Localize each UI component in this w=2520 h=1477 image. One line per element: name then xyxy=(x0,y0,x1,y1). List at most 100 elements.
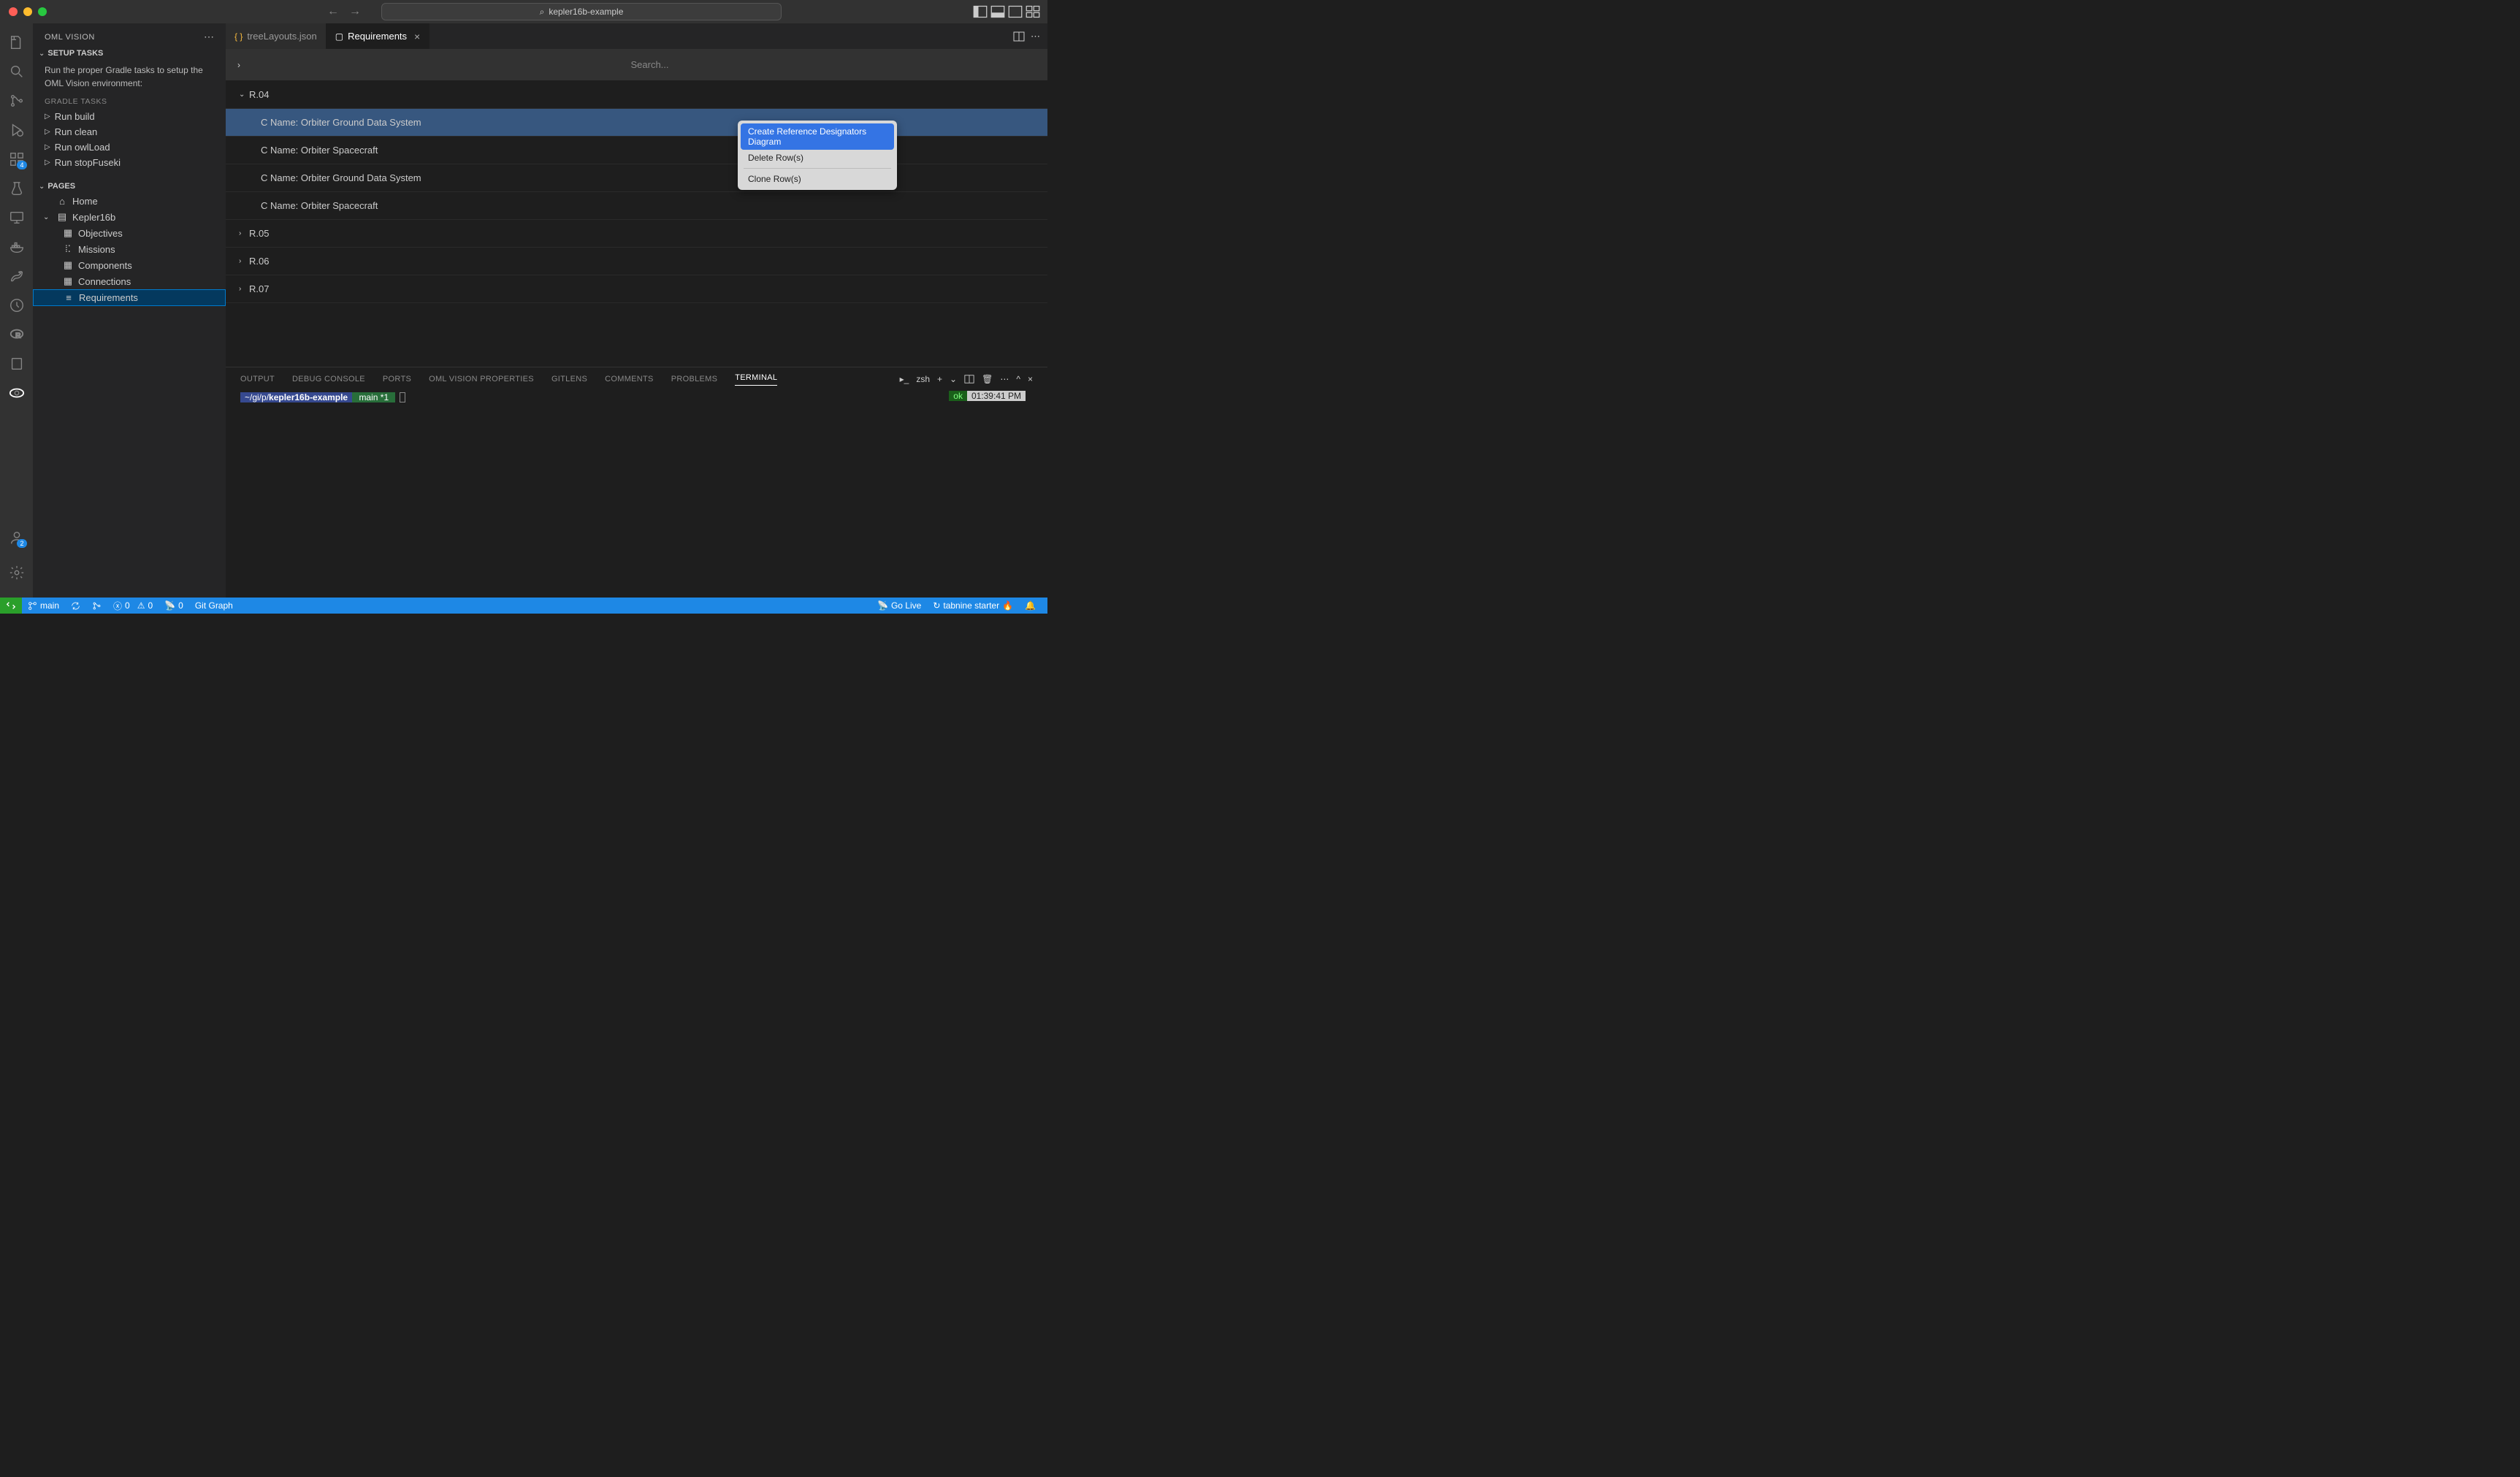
gradle-icon[interactable] xyxy=(5,264,28,288)
go-live-button[interactable]: 📡Go Live xyxy=(871,600,927,611)
remote-explorer-icon[interactable] xyxy=(5,206,28,229)
row-orbiter-spacecraft-2[interactable]: C Name: Orbiter Spacecraft xyxy=(226,192,1047,220)
task-run-clean[interactable]: ▷Run clean xyxy=(45,124,214,140)
search-row: › Search... xyxy=(226,49,1047,81)
toggle-primary-sidebar-icon[interactable] xyxy=(973,4,988,19)
tab-treelayouts[interactable]: { } treeLayouts.json xyxy=(226,23,327,49)
ptab-oml-vision-properties[interactable]: OML VISION PROPERTIES xyxy=(429,375,534,383)
table-icon: ▦ xyxy=(62,259,74,271)
ctx-create-diagram[interactable]: Create Reference Designators Diagram xyxy=(741,123,894,150)
extensions-icon[interactable]: 4 xyxy=(5,148,28,171)
ptab-terminal[interactable]: TERMINAL xyxy=(735,373,777,386)
page-home[interactable]: ⌂Home xyxy=(33,194,226,209)
group-r05[interactable]: ›R.05 xyxy=(226,220,1047,248)
page-components[interactable]: ▦Components xyxy=(33,257,226,273)
group-r04[interactable]: ⌄R.04 xyxy=(226,81,1047,109)
folder-icon: ▤ xyxy=(56,211,68,223)
more-actions-icon[interactable]: ⋯ xyxy=(1031,31,1040,42)
sidebar-title-label: OML VISION xyxy=(45,33,95,42)
task-run-build[interactable]: ▷Run build xyxy=(45,109,214,124)
kill-terminal-icon[interactable]: 🗑 xyxy=(982,374,993,384)
sql-icon[interactable] xyxy=(5,352,28,375)
page-missions[interactable]: ⁞⁚Missions xyxy=(33,241,226,257)
project-manager-icon[interactable] xyxy=(5,294,28,317)
gradle-tasks-label: GRADLE TASKS xyxy=(45,97,214,106)
settings-gear-icon[interactable] xyxy=(5,561,28,584)
terminal-body[interactable]: ~/gi/p/kepler16b-example main *1 ok 01:3… xyxy=(226,391,1047,598)
new-terminal-icon[interactable]: + xyxy=(937,374,942,384)
source-control-icon[interactable] xyxy=(5,89,28,112)
more-icon[interactable]: ⋯ xyxy=(1000,374,1009,384)
page-objectives[interactable]: ▦Objectives xyxy=(33,225,226,241)
group-r06[interactable]: ›R.06 xyxy=(226,248,1047,275)
problems-errors[interactable]: ⓧ0⚠0 xyxy=(107,600,159,612)
split-terminal-icon[interactable] xyxy=(964,374,974,384)
tab-actions: ⋯ xyxy=(1013,23,1047,49)
search-icon[interactable] xyxy=(5,60,28,83)
split-editor-icon[interactable] xyxy=(1013,31,1025,42)
remote-button[interactable] xyxy=(0,598,22,614)
docker-icon[interactable] xyxy=(5,235,28,259)
chevron-right-icon: › xyxy=(239,257,249,265)
ptab-problems[interactable]: PROBLEMS xyxy=(671,375,718,383)
tabnine-button[interactable]: ↻tabnine starter🔥 xyxy=(927,600,1019,611)
ctx-delete-rows[interactable]: Delete Row(s) xyxy=(741,150,894,166)
toggle-panel-icon[interactable] xyxy=(990,4,1005,19)
close-window-button[interactable] xyxy=(9,7,18,16)
ptab-comments[interactable]: COMMENTS xyxy=(605,375,654,383)
setup-tasks-header[interactable]: ⌄ SETUP TASKS xyxy=(33,46,226,61)
command-center[interactable]: ⌕ kepler16b-example xyxy=(381,3,782,20)
page-kepler16b[interactable]: ⌄▤Kepler16b xyxy=(33,209,226,225)
nav-back-button[interactable]: ← xyxy=(324,4,342,20)
broadcast-icon: 📡 xyxy=(877,600,888,611)
tab-requirements[interactable]: ▢ Requirements × xyxy=(327,23,429,49)
oml-vision-icon[interactable] xyxy=(5,381,28,405)
ptab-debug-console[interactable]: DEBUG CONSOLE xyxy=(292,375,365,383)
close-icon[interactable]: × xyxy=(414,31,420,42)
maximize-window-button[interactable] xyxy=(38,7,47,16)
accounts-icon[interactable]: 2 xyxy=(5,526,28,549)
task-run-owlload[interactable]: ▷Run owlLoad xyxy=(45,140,214,155)
ctx-clone-rows[interactable]: Clone Row(s) xyxy=(741,171,894,187)
notifications-button[interactable]: 🔔 xyxy=(1019,600,1042,611)
testing-icon[interactable] xyxy=(5,177,28,200)
nav-forward-button[interactable]: → xyxy=(346,4,364,20)
search-input[interactable]: Search... xyxy=(252,59,1047,70)
toggle-secondary-sidebar-icon[interactable] xyxy=(1008,4,1023,19)
ports-button[interactable]: 📡0 xyxy=(159,600,189,611)
terminal-dropdown-icon[interactable]: ⌄ xyxy=(950,374,957,384)
branch-button[interactable]: main xyxy=(22,600,65,611)
group-r07[interactable]: ›R.07 xyxy=(226,275,1047,303)
chevron-right-icon[interactable]: › xyxy=(226,60,252,70)
setup-description: Run the proper Gradle tasks to setup the… xyxy=(45,64,214,90)
terminal-time: 01:39:41 PM xyxy=(967,391,1026,401)
page-connections[interactable]: ▦Connections xyxy=(33,273,226,289)
panel-actions: ▸_ zsh + ⌄ 🗑 ⋯ ^ × xyxy=(900,374,1033,384)
close-panel-icon[interactable]: × xyxy=(1028,374,1033,384)
explorer-icon[interactable] xyxy=(5,31,28,54)
pages-header[interactable]: ⌄ PAGES xyxy=(33,179,226,194)
chevron-down-icon: ⌄ xyxy=(43,213,52,221)
play-icon: ▷ xyxy=(45,159,50,167)
minimize-window-button[interactable] xyxy=(23,7,32,16)
run-debug-icon[interactable] xyxy=(5,118,28,142)
play-icon: ▷ xyxy=(45,128,50,136)
git-graph-mini-icon[interactable] xyxy=(86,601,107,611)
git-graph-button[interactable]: Git Graph xyxy=(189,600,239,611)
row-orbiter-gds-2[interactable]: C Name: Orbiter Ground Data System xyxy=(226,164,1047,192)
maximize-panel-icon[interactable]: ^ xyxy=(1016,374,1020,384)
ptab-gitlens[interactable]: GITLENS xyxy=(551,375,587,383)
table-icon: ▦ xyxy=(62,227,74,239)
customize-layout-icon[interactable] xyxy=(1026,4,1040,19)
editor-area: { } treeLayouts.json ▢ Requirements × ⋯ … xyxy=(226,23,1047,598)
ptab-output[interactable]: OUTPUT xyxy=(240,375,275,383)
ptab-ports[interactable]: PORTS xyxy=(383,375,411,383)
task-run-stopfuseki[interactable]: ▷Run stopFuseki xyxy=(45,155,214,170)
row-orbiter-spacecraft-1[interactable]: C Name: Orbiter Spacecraft xyxy=(226,137,1047,164)
page-requirements[interactable]: ≡Requirements xyxy=(33,289,226,306)
terminal-profile-icon[interactable]: ▸_ xyxy=(900,374,909,384)
r-lang-icon[interactable]: R xyxy=(5,323,28,346)
sidebar-more-icon[interactable]: ⋯ xyxy=(204,31,214,43)
sync-button[interactable] xyxy=(65,601,86,611)
row-orbiter-gds-1[interactable]: C Name: Orbiter Ground Data System xyxy=(226,109,1047,137)
